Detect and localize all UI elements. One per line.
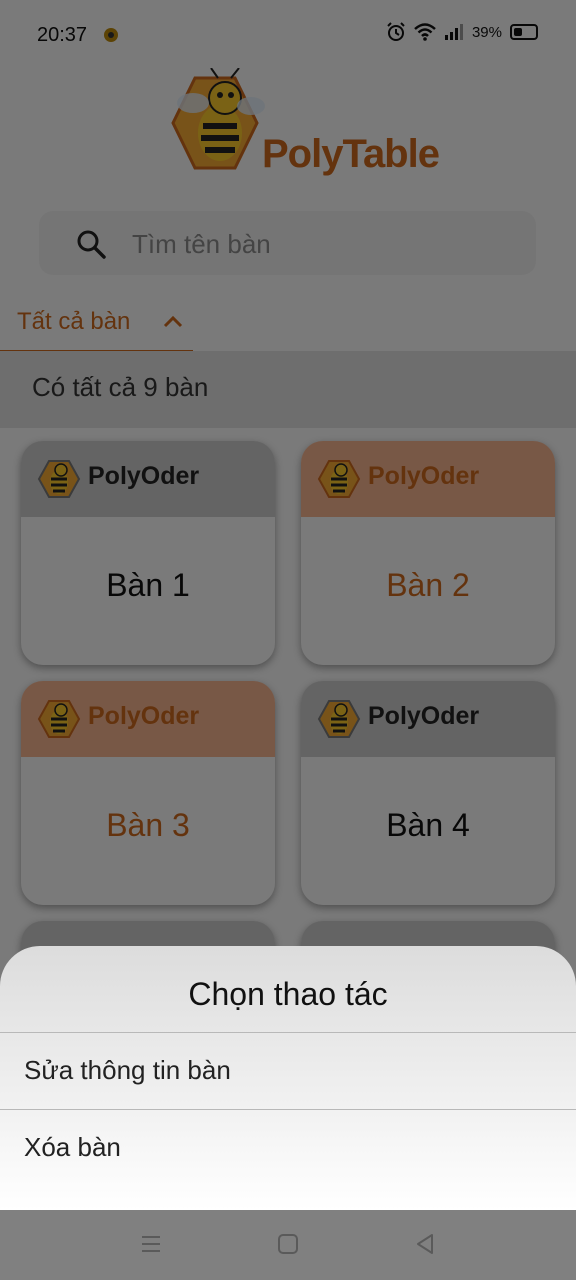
delete-table-label: Xóa bàn: [24, 1132, 121, 1162]
edit-table-label: Sửa thông tin bàn: [24, 1055, 231, 1085]
system-nav-bar: [0, 1210, 576, 1280]
sheet-title: Chọn thao tác: [188, 976, 388, 1012]
edit-table-action[interactable]: Sửa thông tin bàn: [0, 1033, 576, 1109]
back-icon[interactable]: [413, 1232, 437, 1256]
delete-table-action[interactable]: Xóa bàn: [0, 1110, 576, 1186]
home-icon[interactable]: [276, 1232, 300, 1256]
action-bottom-sheet: Chọn thao tác Sửa thông tin bàn Xóa bàn: [0, 946, 576, 1210]
menu-icon[interactable]: [139, 1232, 163, 1256]
